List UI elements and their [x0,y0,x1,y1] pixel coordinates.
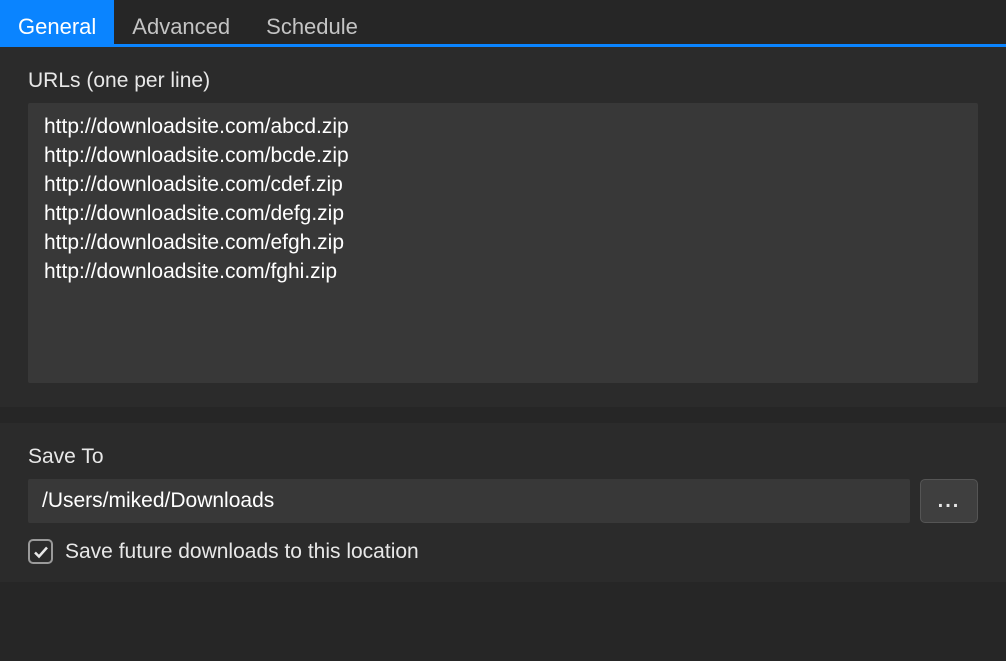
future-location-row: Save future downloads to this location [28,539,978,564]
saveto-row: ... [28,479,978,523]
browse-button[interactable]: ... [920,479,978,523]
tab-schedule[interactable]: Schedule [248,0,376,44]
saveto-panel: Save To ... Save future downloads to thi… [0,423,1006,582]
tab-bar: General Advanced Schedule [0,0,1006,47]
tab-general[interactable]: General [0,0,114,44]
urls-textarea[interactable] [28,103,978,383]
saveto-path-input[interactable] [28,479,910,523]
saveto-label: Save To [28,445,978,469]
urls-label: URLs (one per line) [28,69,978,93]
future-location-checkbox[interactable] [28,539,53,564]
urls-panel: URLs (one per line) [0,47,1006,407]
future-location-label[interactable]: Save future downloads to this location [65,540,419,564]
tab-advanced[interactable]: Advanced [114,0,248,44]
check-icon [33,544,49,560]
